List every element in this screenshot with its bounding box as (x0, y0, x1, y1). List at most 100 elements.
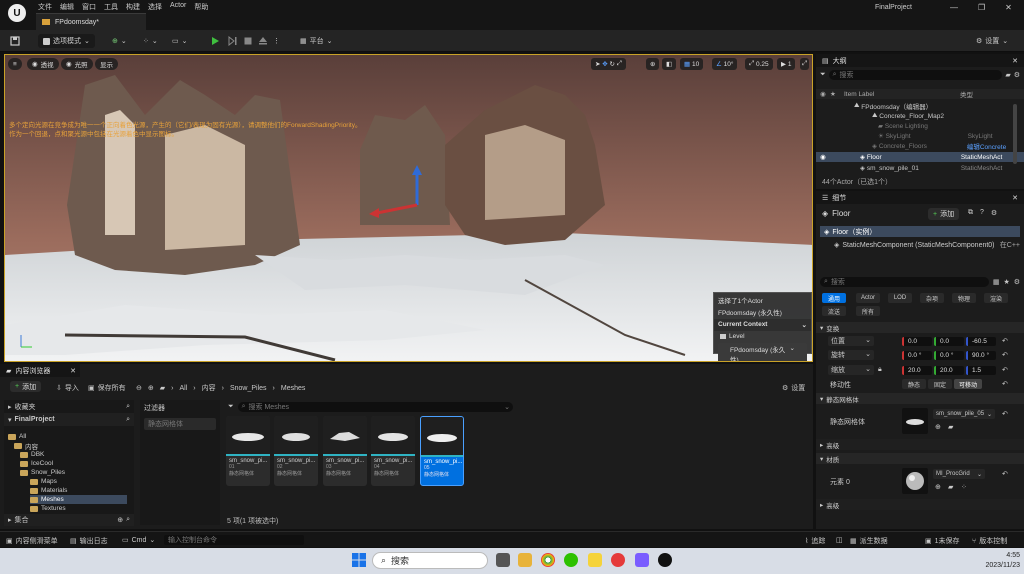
menu-window[interactable]: 窗口 (82, 0, 104, 12)
settings-button[interactable]: ⚙ 设置 ⌄ (976, 34, 1008, 48)
reset-icon[interactable]: ↶ (1002, 470, 1008, 478)
content-drawer-button[interactable]: ▣ 内容侧滑菜单 (6, 536, 58, 546)
outliner-row[interactable]: ◈ sm_snow_pile_01 StaticMeshAct (816, 163, 1024, 173)
breadcrumb-meshes[interactable]: Meshes (281, 385, 306, 392)
surface-snap-icon[interactable]: ◧ (662, 58, 677, 70)
rotation-z[interactable]: 90.0 ° (966, 351, 996, 360)
rotate-icon[interactable]: ↻ (610, 60, 615, 68)
grid-view-icon[interactable]: ▦ (993, 278, 1000, 286)
menu-build[interactable]: 构建 (126, 0, 148, 12)
filter-physics[interactable]: 物理 (952, 293, 976, 303)
filter-actor[interactable]: Actor (856, 293, 880, 303)
col-type[interactable]: 类型 (960, 89, 973, 99)
rotation-snap-toggle[interactable]: ∠ 10° (712, 58, 738, 70)
notes-icon[interactable] (588, 553, 602, 567)
outliner-row[interactable]: ⛰ Concrete_Floor_Map2 (816, 111, 1024, 121)
location-dropdown[interactable]: 位置 ⌄ (828, 336, 874, 346)
unsaved-button[interactable]: ▣ 1未保存 (925, 536, 960, 546)
chrome-icon[interactable] (541, 553, 555, 567)
scale-snap-toggle[interactable]: ⤢ 0.25 (745, 58, 773, 70)
stop-icon[interactable] (243, 34, 253, 48)
lit-button[interactable]: ◉ 光照 (61, 58, 93, 70)
reset-icon[interactable]: ↶ (1002, 410, 1008, 418)
import-button[interactable]: ⇩ 导入 (56, 383, 79, 393)
move-icon[interactable]: ✥ (602, 60, 607, 68)
tree-item[interactable]: Textures (30, 504, 66, 513)
gear-icon[interactable]: ⚙ (1014, 71, 1020, 79)
filter-icon[interactable]: ⏷ (228, 403, 234, 411)
world-local-icon[interactable]: ⊕ (646, 58, 660, 70)
level-dropdown[interactable]: FPdoomsday (永久性) ⌄ (718, 343, 807, 361)
project-header[interactable]: ▾ FinalProject ⌕ (4, 413, 134, 426)
outliner-row-selected[interactable]: ◉ ◈ Floor StaticMeshAct (816, 152, 1024, 162)
mobility-movable[interactable]: 可移动 (954, 379, 982, 389)
mobility-stationary[interactable]: 固定 (928, 379, 952, 389)
step-icon[interactable] (227, 34, 237, 48)
forward-icon[interactable]: ⊕ (148, 384, 154, 392)
close-icon[interactable]: ✕ (1005, 3, 1012, 12)
tree-item[interactable]: IceCool (20, 459, 53, 468)
taskbar-search[interactable]: ⌕ 搜索 (372, 552, 488, 569)
unreal-taskbar-icon[interactable] (658, 553, 672, 567)
static-mesh-dropdown[interactable]: sm_snow_pile_05 ⌄ (933, 409, 995, 419)
col-item-label[interactable]: Item Label (840, 91, 960, 98)
asset-tile[interactable]: sm_snow_pi... 02 静态网格体 (274, 416, 318, 486)
details-tab[interactable]: ☰ 细节 ✕ (816, 191, 1024, 204)
asset-tile-selected[interactable]: sm_snow_pi... 05 静态网格体 (420, 416, 464, 486)
more-options-icon[interactable]: ⋮ (273, 34, 280, 48)
filter-chip-static-mesh[interactable]: 静态网格体 (144, 418, 216, 430)
search-icon[interactable]: ⌕ (126, 403, 130, 411)
tree-item[interactable]: Materials (30, 486, 67, 495)
tree-item[interactable]: Maps (30, 477, 57, 486)
filter-streaming[interactable]: 流送 (822, 306, 846, 316)
cb-add-button[interactable]: + 添加 (10, 381, 42, 392)
asset-tile[interactable]: sm_snow_pi... 03 静态网格体 (323, 416, 367, 486)
eject-icon[interactable] (258, 34, 268, 48)
trace-button[interactable]: ⌇ 追踪 (805, 536, 825, 546)
maximize-viewport-icon[interactable]: ⤢ (800, 58, 810, 70)
show-button[interactable]: 显示 (95, 58, 118, 70)
reset-icon[interactable]: ↶ (1002, 351, 1008, 359)
rotation-y[interactable]: 0.0 ° (934, 351, 964, 360)
use-selected-icon[interactable]: ⊕ (935, 483, 941, 491)
component-row[interactable]: ◈ StaticMeshComponent (StaticMeshCompone… (834, 240, 1020, 250)
source-control-button[interactable]: ⑂ 版本控制 (972, 536, 1007, 546)
lock-icon[interactable]: 🔒︎ (878, 366, 882, 374)
use-selected-icon[interactable]: ⊕ (935, 423, 941, 431)
folder-icon[interactable]: ▰ (160, 384, 165, 392)
add-component-button[interactable]: + 添加 (928, 208, 960, 220)
level-viewport[interactable]: ≡ ◉ 透视 ◉ 光照 显示 ➤ ✥ ↻ ⤢ ⊕ ◧ ▦ 10 ∠ 10° ⤢ 0.… (4, 54, 813, 362)
platform-button[interactable]: ▦ 平台 ⌄ (300, 34, 333, 48)
close-icon[interactable]: ✕ (1012, 57, 1018, 65)
file-explorer-icon[interactable] (518, 553, 532, 567)
material-dropdown[interactable]: MI_ProcGrid ⌄ (933, 469, 985, 479)
mobility-static[interactable]: 静态 (902, 379, 926, 389)
search-icon[interactable]: ⌕ (126, 516, 130, 524)
scale-dropdown[interactable]: 缩放 ⌄ (828, 365, 874, 375)
menu-edit[interactable]: 编辑 (60, 0, 82, 12)
camera-speed-button[interactable]: ▶ 1 (777, 58, 796, 70)
windows-start-icon[interactable] (352, 553, 366, 567)
folder-add-icon[interactable]: ▰ (1005, 71, 1010, 79)
gear-icon[interactable]: ⚙ (1014, 278, 1020, 286)
scale-icon[interactable]: ⤢ (617, 60, 622, 68)
advanced-section[interactable]: ▸ 高级 (816, 439, 1024, 450)
outliner-scrollbar[interactable] (1013, 104, 1017, 164)
location-z[interactable]: -60.5 (966, 337, 996, 346)
unreal-logo-icon[interactable]: U (8, 4, 26, 22)
ddc-icon[interactable]: ◫ (836, 536, 843, 544)
location-y[interactable]: 0.0 (934, 337, 964, 346)
favorites-header[interactable]: ▸ 收藏夹 ⌕ (4, 400, 134, 413)
breadcrumb-all[interactable]: All (179, 385, 187, 392)
mesh-thumbnail[interactable] (902, 408, 928, 434)
level-tab[interactable]: FPdoomsday* (36, 13, 146, 30)
breadcrumb-snow-piles[interactable]: Snow_Piles (230, 385, 267, 392)
tree-item[interactable]: Snow_Piles (20, 468, 65, 477)
current-context-header[interactable]: Current Context ⌄ (714, 319, 811, 331)
reset-icon[interactable]: ↶ (1002, 337, 1008, 345)
static-mesh-section[interactable]: ▾ 静态网格体 (816, 393, 1024, 404)
filter-misc[interactable]: 杂项 (920, 293, 944, 303)
play-button[interactable] (210, 34, 220, 48)
asset-search-input[interactable]: ⌕ 搜索 Meshes ⌄ (237, 402, 513, 412)
maximize-icon[interactable]: ❐ (978, 3, 985, 12)
